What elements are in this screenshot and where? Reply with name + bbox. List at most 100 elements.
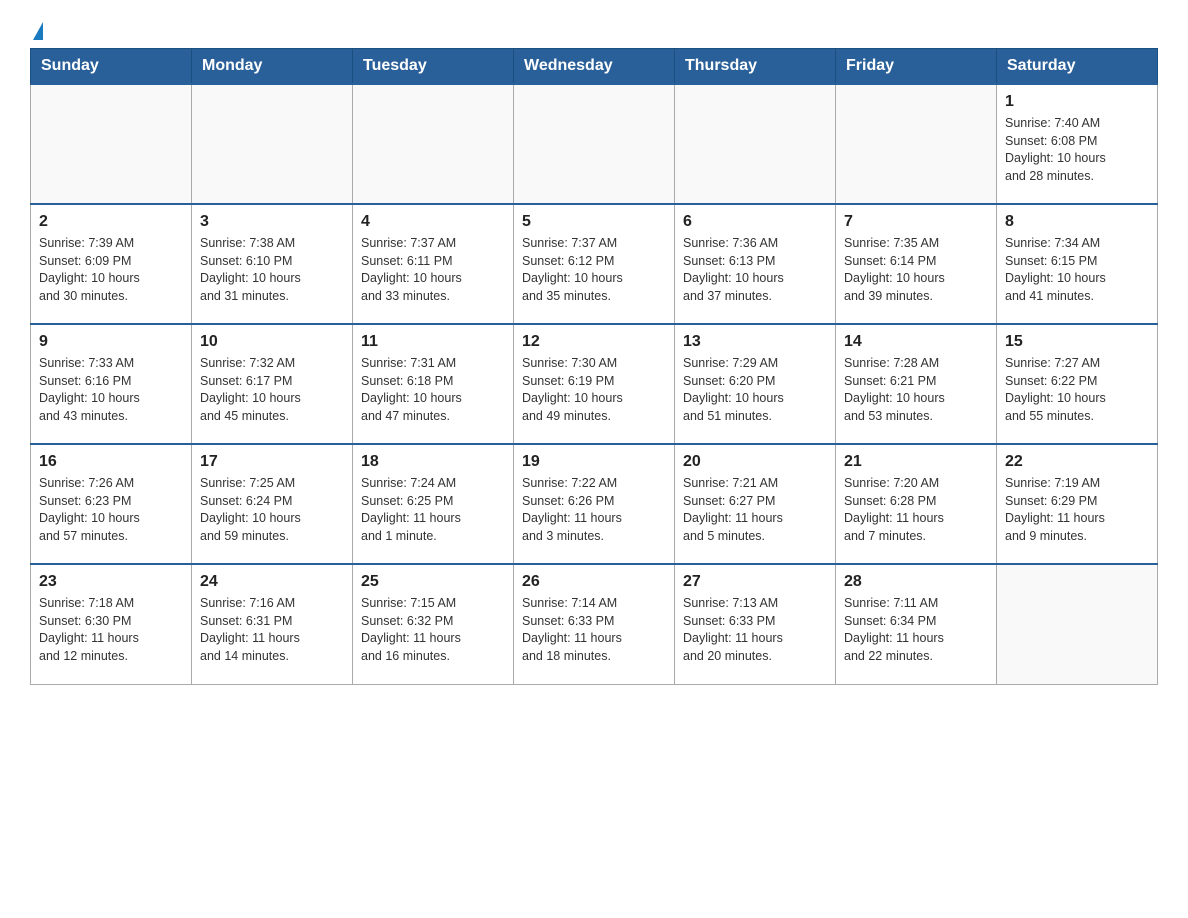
day-number: 15 xyxy=(1005,331,1149,353)
day-number: 17 xyxy=(200,451,344,473)
weekday-header-sunday: Sunday xyxy=(31,49,192,85)
day-info: Sunrise: 7:13 AM Sunset: 6:33 PM Dayligh… xyxy=(683,595,827,665)
calendar-cell: 4Sunrise: 7:37 AM Sunset: 6:11 PM Daylig… xyxy=(353,204,514,324)
day-number: 24 xyxy=(200,571,344,593)
calendar-cell: 9Sunrise: 7:33 AM Sunset: 6:16 PM Daylig… xyxy=(31,324,192,444)
day-info: Sunrise: 7:30 AM Sunset: 6:19 PM Dayligh… xyxy=(522,355,666,425)
calendar-cell: 26Sunrise: 7:14 AM Sunset: 6:33 PM Dayli… xyxy=(514,564,675,684)
calendar-cell: 14Sunrise: 7:28 AM Sunset: 6:21 PM Dayli… xyxy=(836,324,997,444)
day-number: 23 xyxy=(39,571,183,593)
calendar-cell: 10Sunrise: 7:32 AM Sunset: 6:17 PM Dayli… xyxy=(192,324,353,444)
day-info: Sunrise: 7:20 AM Sunset: 6:28 PM Dayligh… xyxy=(844,475,988,545)
day-info: Sunrise: 7:28 AM Sunset: 6:21 PM Dayligh… xyxy=(844,355,988,425)
day-number: 2 xyxy=(39,211,183,233)
week-row-2: 2Sunrise: 7:39 AM Sunset: 6:09 PM Daylig… xyxy=(31,204,1158,324)
calendar-cell: 23Sunrise: 7:18 AM Sunset: 6:30 PM Dayli… xyxy=(31,564,192,684)
calendar-cell: 7Sunrise: 7:35 AM Sunset: 6:14 PM Daylig… xyxy=(836,204,997,324)
week-row-5: 23Sunrise: 7:18 AM Sunset: 6:30 PM Dayli… xyxy=(31,564,1158,684)
day-number: 8 xyxy=(1005,211,1149,233)
calendar-cell: 27Sunrise: 7:13 AM Sunset: 6:33 PM Dayli… xyxy=(675,564,836,684)
day-info: Sunrise: 7:26 AM Sunset: 6:23 PM Dayligh… xyxy=(39,475,183,545)
calendar-cell: 20Sunrise: 7:21 AM Sunset: 6:27 PM Dayli… xyxy=(675,444,836,564)
day-info: Sunrise: 7:19 AM Sunset: 6:29 PM Dayligh… xyxy=(1005,475,1149,545)
day-number: 10 xyxy=(200,331,344,353)
weekday-header-saturday: Saturday xyxy=(997,49,1158,85)
calendar-cell: 15Sunrise: 7:27 AM Sunset: 6:22 PM Dayli… xyxy=(997,324,1158,444)
day-info: Sunrise: 7:40 AM Sunset: 6:08 PM Dayligh… xyxy=(1005,115,1149,185)
calendar-cell: 18Sunrise: 7:24 AM Sunset: 6:25 PM Dayli… xyxy=(353,444,514,564)
calendar-cell xyxy=(675,84,836,204)
calendar-cell: 17Sunrise: 7:25 AM Sunset: 6:24 PM Dayli… xyxy=(192,444,353,564)
calendar-cell: 16Sunrise: 7:26 AM Sunset: 6:23 PM Dayli… xyxy=(31,444,192,564)
day-info: Sunrise: 7:37 AM Sunset: 6:12 PM Dayligh… xyxy=(522,235,666,305)
calendar-cell: 6Sunrise: 7:36 AM Sunset: 6:13 PM Daylig… xyxy=(675,204,836,324)
day-number: 6 xyxy=(683,211,827,233)
day-info: Sunrise: 7:38 AM Sunset: 6:10 PM Dayligh… xyxy=(200,235,344,305)
calendar-cell: 22Sunrise: 7:19 AM Sunset: 6:29 PM Dayli… xyxy=(997,444,1158,564)
day-info: Sunrise: 7:37 AM Sunset: 6:11 PM Dayligh… xyxy=(361,235,505,305)
calendar-cell: 5Sunrise: 7:37 AM Sunset: 6:12 PM Daylig… xyxy=(514,204,675,324)
calendar-cell: 12Sunrise: 7:30 AM Sunset: 6:19 PM Dayli… xyxy=(514,324,675,444)
day-info: Sunrise: 7:22 AM Sunset: 6:26 PM Dayligh… xyxy=(522,475,666,545)
day-info: Sunrise: 7:27 AM Sunset: 6:22 PM Dayligh… xyxy=(1005,355,1149,425)
day-info: Sunrise: 7:15 AM Sunset: 6:32 PM Dayligh… xyxy=(361,595,505,665)
calendar-cell xyxy=(192,84,353,204)
calendar-cell: 1Sunrise: 7:40 AM Sunset: 6:08 PM Daylig… xyxy=(997,84,1158,204)
page-header xyxy=(30,20,1158,38)
day-number: 14 xyxy=(844,331,988,353)
day-info: Sunrise: 7:14 AM Sunset: 6:33 PM Dayligh… xyxy=(522,595,666,665)
calendar-cell: 19Sunrise: 7:22 AM Sunset: 6:26 PM Dayli… xyxy=(514,444,675,564)
weekday-header-wednesday: Wednesday xyxy=(514,49,675,85)
day-number: 11 xyxy=(361,331,505,353)
calendar-cell xyxy=(997,564,1158,684)
weekday-header-friday: Friday xyxy=(836,49,997,85)
calendar-table: SundayMondayTuesdayWednesdayThursdayFrid… xyxy=(30,48,1158,685)
day-number: 18 xyxy=(361,451,505,473)
day-info: Sunrise: 7:39 AM Sunset: 6:09 PM Dayligh… xyxy=(39,235,183,305)
day-number: 28 xyxy=(844,571,988,593)
calendar-cell: 24Sunrise: 7:16 AM Sunset: 6:31 PM Dayli… xyxy=(192,564,353,684)
calendar-cell xyxy=(353,84,514,204)
day-info: Sunrise: 7:24 AM Sunset: 6:25 PM Dayligh… xyxy=(361,475,505,545)
calendar-cell: 11Sunrise: 7:31 AM Sunset: 6:18 PM Dayli… xyxy=(353,324,514,444)
calendar-cell: 21Sunrise: 7:20 AM Sunset: 6:28 PM Dayli… xyxy=(836,444,997,564)
day-info: Sunrise: 7:36 AM Sunset: 6:13 PM Dayligh… xyxy=(683,235,827,305)
day-number: 13 xyxy=(683,331,827,353)
day-number: 4 xyxy=(361,211,505,233)
day-number: 3 xyxy=(200,211,344,233)
day-number: 21 xyxy=(844,451,988,473)
day-info: Sunrise: 7:33 AM Sunset: 6:16 PM Dayligh… xyxy=(39,355,183,425)
day-info: Sunrise: 7:18 AM Sunset: 6:30 PM Dayligh… xyxy=(39,595,183,665)
weekday-header-monday: Monday xyxy=(192,49,353,85)
day-info: Sunrise: 7:29 AM Sunset: 6:20 PM Dayligh… xyxy=(683,355,827,425)
calendar-cell xyxy=(836,84,997,204)
calendar-cell: 2Sunrise: 7:39 AM Sunset: 6:09 PM Daylig… xyxy=(31,204,192,324)
day-info: Sunrise: 7:35 AM Sunset: 6:14 PM Dayligh… xyxy=(844,235,988,305)
calendar-cell xyxy=(31,84,192,204)
day-number: 27 xyxy=(683,571,827,593)
day-number: 9 xyxy=(39,331,183,353)
day-info: Sunrise: 7:11 AM Sunset: 6:34 PM Dayligh… xyxy=(844,595,988,665)
week-row-4: 16Sunrise: 7:26 AM Sunset: 6:23 PM Dayli… xyxy=(31,444,1158,564)
calendar-cell: 28Sunrise: 7:11 AM Sunset: 6:34 PM Dayli… xyxy=(836,564,997,684)
day-info: Sunrise: 7:31 AM Sunset: 6:18 PM Dayligh… xyxy=(361,355,505,425)
logo-triangle-icon xyxy=(33,22,43,40)
day-number: 19 xyxy=(522,451,666,473)
calendar-cell xyxy=(514,84,675,204)
day-number: 20 xyxy=(683,451,827,473)
day-number: 5 xyxy=(522,211,666,233)
calendar-cell: 13Sunrise: 7:29 AM Sunset: 6:20 PM Dayli… xyxy=(675,324,836,444)
weekday-header-thursday: Thursday xyxy=(675,49,836,85)
calendar-cell: 25Sunrise: 7:15 AM Sunset: 6:32 PM Dayli… xyxy=(353,564,514,684)
day-number: 1 xyxy=(1005,91,1149,113)
day-info: Sunrise: 7:32 AM Sunset: 6:17 PM Dayligh… xyxy=(200,355,344,425)
logo xyxy=(30,20,43,38)
week-row-1: 1Sunrise: 7:40 AM Sunset: 6:08 PM Daylig… xyxy=(31,84,1158,204)
calendar-header-row: SundayMondayTuesdayWednesdayThursdayFrid… xyxy=(31,49,1158,85)
calendar-cell: 3Sunrise: 7:38 AM Sunset: 6:10 PM Daylig… xyxy=(192,204,353,324)
day-info: Sunrise: 7:25 AM Sunset: 6:24 PM Dayligh… xyxy=(200,475,344,545)
day-number: 26 xyxy=(522,571,666,593)
day-number: 7 xyxy=(844,211,988,233)
day-info: Sunrise: 7:34 AM Sunset: 6:15 PM Dayligh… xyxy=(1005,235,1149,305)
day-number: 16 xyxy=(39,451,183,473)
